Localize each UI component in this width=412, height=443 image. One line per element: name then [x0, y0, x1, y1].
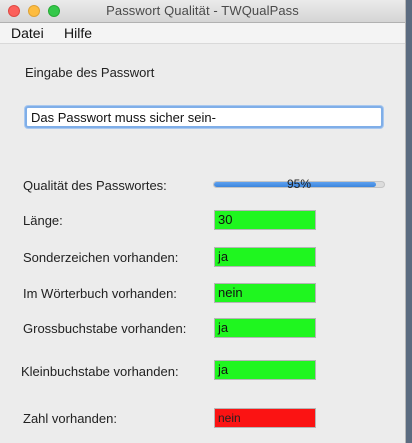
dictionary-value: nein: [214, 283, 316, 303]
password-input-label: Eingabe des Passwort: [25, 65, 155, 80]
special-chars-label: Sonderzeichen vorhanden:: [23, 250, 179, 265]
menu-bar: Datei Hilfe: [0, 23, 405, 44]
password-input[interactable]: [25, 106, 383, 128]
length-label: Länge:: [23, 213, 63, 228]
quality-label: Qualität des Passwortes:: [23, 178, 167, 193]
digit-label: Zahl vorhanden:: [23, 411, 117, 426]
title-bar[interactable]: Passwort Qualität - TWQualPass: [0, 0, 405, 23]
special-chars-value: ja: [214, 247, 316, 267]
uppercase-value: ja: [214, 318, 316, 338]
length-value: 30: [214, 210, 316, 230]
quality-percent-text: 95%: [286, 177, 312, 191]
dictionary-label: Im Wörterbuch vorhanden:: [23, 286, 177, 301]
uppercase-label: Grossbuchstabe vorhanden:: [23, 321, 187, 336]
menu-hilfe[interactable]: Hilfe: [64, 25, 92, 41]
main-panel: Eingabe des Passwort Qualität des Passwo…: [0, 44, 405, 443]
app-window: Passwort Qualität - TWQualPass Datei Hil…: [0, 0, 405, 443]
lowercase-label: Kleinbuchstabe vorhanden:: [21, 364, 179, 379]
digit-value: nein: [214, 408, 316, 428]
menu-datei[interactable]: Datei: [11, 25, 44, 41]
lowercase-value: ja: [214, 360, 316, 380]
window-title: Passwort Qualität - TWQualPass: [106, 3, 299, 18]
